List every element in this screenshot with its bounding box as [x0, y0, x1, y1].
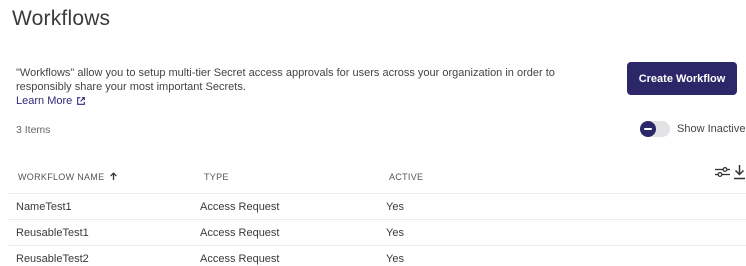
item-count: 3 Items	[16, 124, 51, 136]
page-description: "Workflows" allow you to setup multi-tie…	[16, 67, 555, 93]
show-inactive-control: Show Inactive	[640, 121, 745, 137]
page-title: Workflows	[12, 7, 111, 30]
show-inactive-label: Show Inactive	[677, 123, 746, 135]
table-row[interactable]: ReusableTest2 Access Request Yes	[8, 246, 746, 266]
create-workflow-button[interactable]: Create Workflow	[627, 62, 737, 95]
workflow-active-cell: Yes	[386, 252, 404, 265]
workflows-table: WORKFLOW NAME TYPE ACTIVE NameTest1 Acce…	[8, 160, 746, 266]
workflow-name-cell[interactable]: ReusableTest2	[16, 246, 89, 266]
toggle-knob	[640, 121, 656, 137]
workflow-active-cell: Yes	[386, 200, 404, 213]
filter-sliders-icon[interactable]	[714, 165, 731, 179]
workflow-type-cell: Access Request	[200, 252, 280, 265]
show-inactive-toggle[interactable]	[640, 121, 670, 137]
learn-more-link[interactable]: Learn More	[16, 95, 86, 107]
column-header-workflow-name[interactable]: WORKFLOW NAME	[18, 160, 118, 193]
workflow-name-cell[interactable]: NameTest1	[16, 194, 72, 219]
table-tools	[714, 164, 746, 180]
column-header-active[interactable]: ACTIVE	[389, 160, 423, 193]
table-row[interactable]: ReusableTest1 Access Request Yes	[8, 220, 746, 246]
column-header-type[interactable]: TYPE	[204, 160, 229, 193]
sort-arrow-up-icon[interactable]	[109, 172, 118, 181]
workflow-active-cell: Yes	[386, 226, 404, 239]
external-link-icon	[77, 97, 86, 105]
learn-more-label: Learn More	[16, 95, 73, 107]
download-icon[interactable]	[733, 164, 746, 180]
table-row[interactable]: NameTest1 Access Request Yes	[8, 194, 746, 220]
table-header-row: WORKFLOW NAME TYPE ACTIVE	[8, 160, 746, 194]
column-header-workflow-name-label: WORKFLOW NAME	[18, 171, 105, 182]
workflow-name-cell[interactable]: ReusableTest1	[16, 220, 89, 245]
workflow-type-cell: Access Request	[200, 226, 280, 239]
workflow-type-cell: Access Request	[200, 200, 280, 213]
